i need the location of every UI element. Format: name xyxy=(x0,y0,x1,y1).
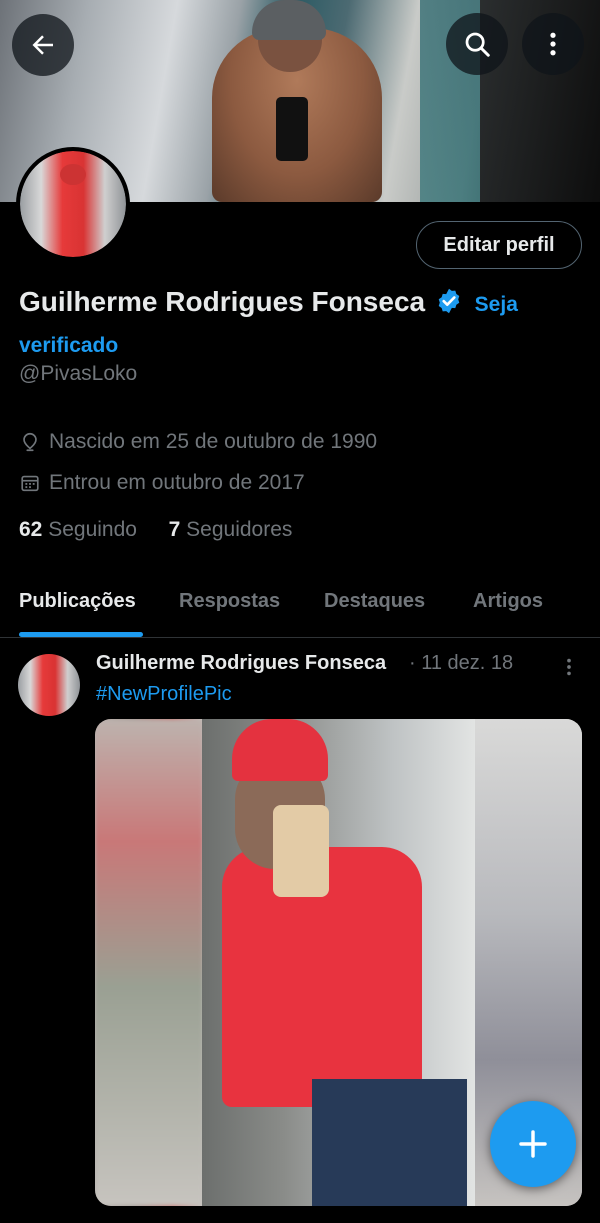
joined-date-row: Entrou em outubro de 2017 xyxy=(19,471,305,495)
following-label: Seguindo xyxy=(48,518,137,541)
tab-publicacoes[interactable]: Publicações xyxy=(19,590,136,613)
profile-name-block: Guilherme Rodrigues Fonseca Seja verific… xyxy=(19,283,584,365)
tab-artigos[interactable]: Artigos xyxy=(473,590,543,613)
profile-name: Guilherme Rodrigues Fonseca xyxy=(19,286,426,317)
followers-label: Seguidores xyxy=(186,518,293,541)
arrow-left-icon xyxy=(32,35,53,55)
post-author-name[interactable]: Guilherme Rodrigues Fonseca xyxy=(96,652,386,675)
profile-handle: @PivasLoko xyxy=(19,362,138,385)
joined-date-text: Entrou em outubro de 2017 xyxy=(49,471,305,494)
active-tab-indicator xyxy=(19,632,143,637)
image-blur-left xyxy=(95,719,203,1206)
following-link[interactable]: 62 Seguindo xyxy=(19,518,137,541)
edit-profile-button[interactable]: Editar perfil xyxy=(416,221,582,269)
profile-tabs: Publicações Respostas Destaques Artigos xyxy=(0,570,600,638)
post-date[interactable]: · 11 dez. 18 xyxy=(409,652,513,675)
avatar-image xyxy=(20,151,126,257)
image-phone xyxy=(273,805,329,897)
post-hashtag[interactable]: #NewProfilePic xyxy=(96,683,232,706)
calendar-icon xyxy=(21,475,39,492)
image-jeans xyxy=(312,1079,467,1206)
more-options-button[interactable] xyxy=(522,13,584,75)
search-button[interactable] xyxy=(446,13,508,75)
banner-phone xyxy=(276,97,308,161)
profile-avatar[interactable] xyxy=(16,147,130,261)
birth-date-text: Nascido em 25 de outubro de 1990 xyxy=(49,430,378,453)
image-cap xyxy=(232,719,328,781)
followers-link[interactable]: 7 Seguidores xyxy=(169,518,293,541)
more-vertical-icon xyxy=(550,32,556,56)
following-count: 62 xyxy=(19,518,43,541)
banner-person-cap xyxy=(252,0,326,40)
verified-badge-icon xyxy=(438,288,460,314)
birth-date-row: Nascido em 25 de outubro de 1990 xyxy=(19,430,377,454)
follow-stats: 62 Seguindo 7 Seguidores xyxy=(19,518,292,542)
plus-icon xyxy=(519,1130,547,1158)
location-pin-icon xyxy=(23,432,37,452)
compose-post-button[interactable] xyxy=(490,1101,576,1187)
back-button[interactable] xyxy=(12,14,74,76)
post-author-avatar[interactable] xyxy=(18,654,80,716)
post-more-button[interactable] xyxy=(557,654,581,680)
search-icon xyxy=(465,32,490,57)
tab-destaques[interactable]: Destaques xyxy=(324,590,425,613)
followers-count: 7 xyxy=(168,518,181,541)
more-vertical-icon xyxy=(567,658,571,676)
tab-respostas[interactable]: Respostas xyxy=(179,590,280,613)
